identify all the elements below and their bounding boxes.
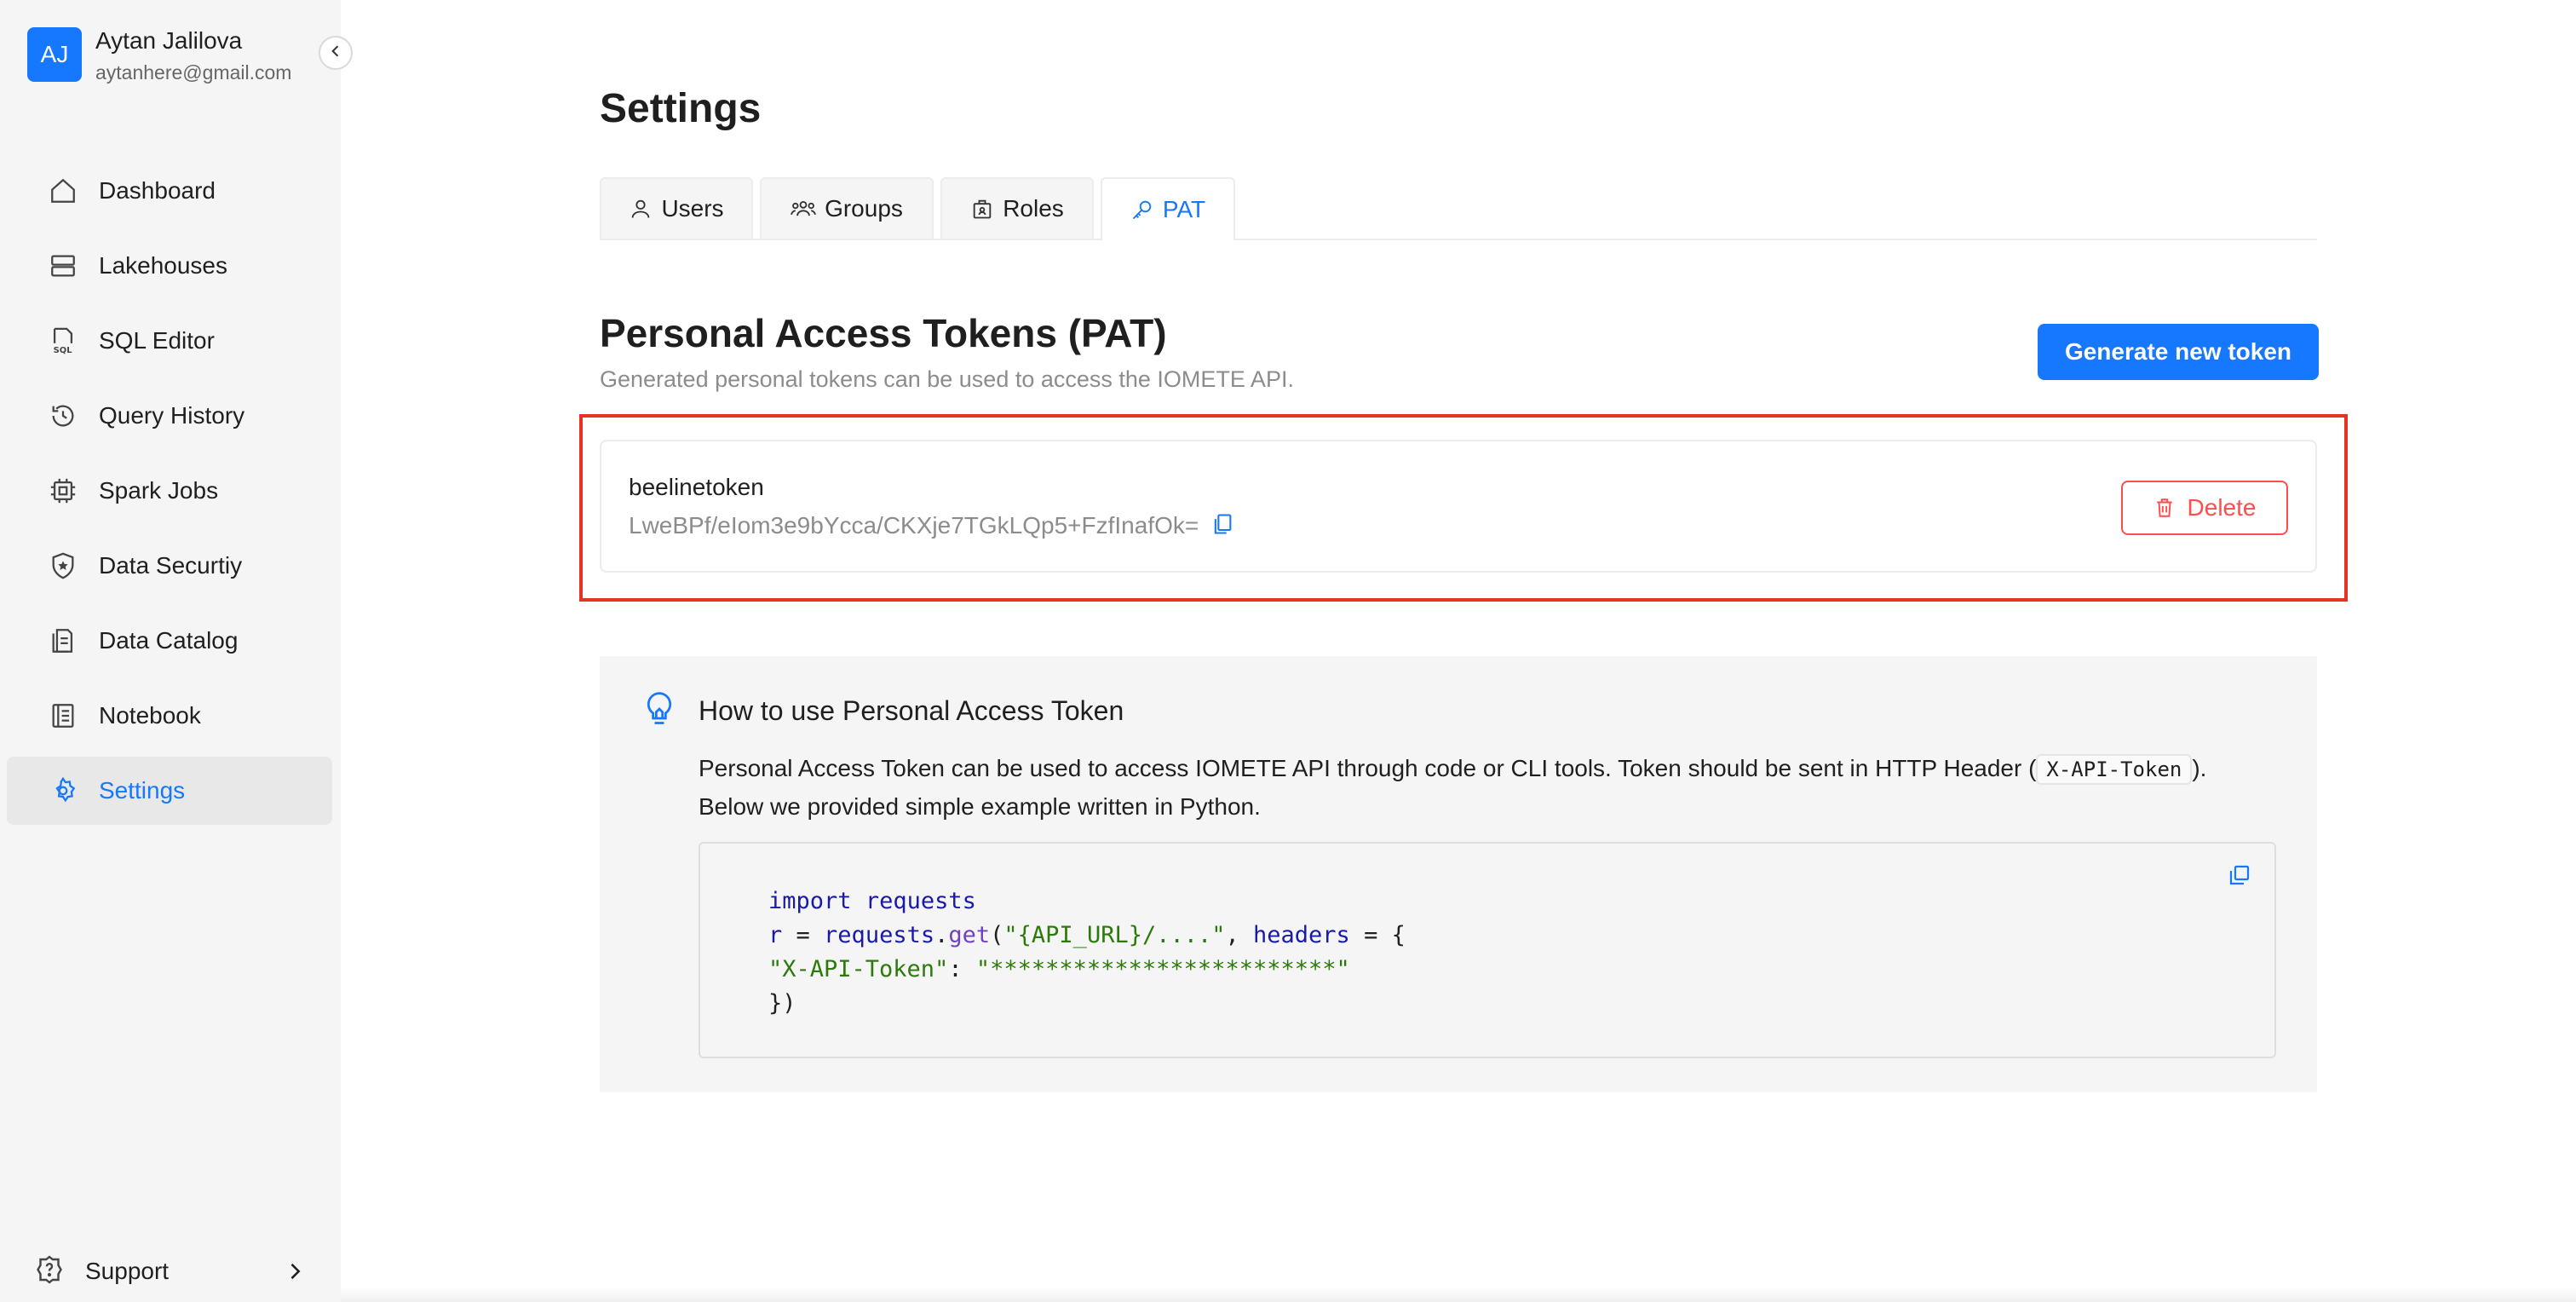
code-token: (	[990, 922, 1004, 948]
catalog-icon	[48, 625, 78, 656]
howto-text-line2: Below we provided simple example written…	[699, 793, 1261, 820]
sidebar-item-label: Data Securtiy	[99, 552, 243, 579]
sidebar-item-query-history[interactable]: Query History	[7, 382, 332, 450]
sidebar-item-label: SQL Editor	[99, 327, 215, 354]
user-email: aytanhere@gmail.com	[95, 61, 292, 84]
sidebar-nav: Dashboard Lakehouses SQL SQL Editor Quer…	[7, 157, 332, 832]
code-token: .	[934, 922, 949, 948]
help-icon	[34, 1254, 68, 1288]
history-icon	[48, 400, 78, 431]
sidebar-item-sql-editor[interactable]: SQL SQL Editor	[7, 307, 332, 375]
howto-text-after: ).	[2192, 755, 2207, 781]
code-token: import	[768, 888, 852, 914]
home-icon	[48, 176, 78, 206]
tab-label: Groups	[825, 195, 903, 222]
sidebar-item-label: Lakehouses	[99, 252, 228, 279]
pat-title: Personal Access Tokens (PAT)	[600, 311, 1167, 355]
sidebar-item-label: Data Catalog	[99, 627, 239, 654]
code-token: "{API_URL}/...."	[1003, 922, 1226, 948]
sql-file-icon: SQL	[48, 326, 78, 356]
settings-tabs: Users Groups Roles PAT	[600, 177, 2317, 240]
sidebar-item-label: Dashboard	[99, 177, 216, 204]
howto-text-before: Personal Access Token can be used to acc…	[699, 755, 2037, 781]
howto-description: Personal Access Token can be used to acc…	[699, 750, 2300, 826]
sidebar-item-settings[interactable]: Settings	[7, 757, 332, 825]
copy-code-icon[interactable]	[2227, 862, 2254, 890]
notebook-icon	[48, 700, 78, 731]
sidebar-item-label: Notebook	[99, 702, 201, 729]
sidebar: AJ Aytan Jalilova aytanhere@gmail.com Da…	[0, 0, 341, 1302]
code-token: requests	[824, 922, 935, 948]
user-icon	[632, 199, 650, 218]
code-token: headers	[1253, 922, 1350, 948]
generate-token-button[interactable]: Generate new token	[2038, 324, 2319, 380]
sidebar-item-data-security[interactable]: Data Securtiy	[7, 532, 332, 600]
code-token: "X-API-Token"	[768, 956, 949, 982]
sidebar-item-dashboard[interactable]: Dashboard	[7, 157, 332, 225]
sidebar-item-lakehouses[interactable]: Lakehouses	[7, 232, 332, 300]
sidebar-item-support[interactable]: Support	[34, 1251, 307, 1292]
group-icon	[791, 201, 816, 216]
code-token: requests	[865, 888, 976, 914]
sidebar-item-label: Query History	[99, 402, 245, 429]
code-block: import requests r = requests.get("{API_U…	[699, 842, 2276, 1058]
howto-title: How to use Personal Access Token	[699, 695, 1124, 726]
lightbulb-icon	[641, 690, 678, 728]
code-token: ,	[1225, 922, 1254, 948]
sidebar-item-data-catalog[interactable]: Data Catalog	[7, 607, 332, 675]
tab-pat[interactable]: PAT	[1101, 177, 1235, 240]
sidebar-item-label: Settings	[99, 777, 186, 804]
tab-users[interactable]: Users	[600, 177, 753, 239]
code-token: r	[768, 922, 783, 948]
code-token: = {	[1349, 922, 1406, 948]
chip-icon	[48, 475, 78, 506]
howto-panel: How to use Personal Access Token Persona…	[600, 656, 2317, 1092]
avatar: AJ	[27, 27, 82, 82]
support-label: Support	[85, 1258, 170, 1284]
code-token: =	[782, 922, 825, 948]
chevron-right-icon	[283, 1259, 307, 1283]
code-token: })	[768, 990, 796, 1017]
code-token: "*************************"	[975, 956, 1350, 982]
bottom-shadow	[341, 1287, 2576, 1302]
collapse-sidebar-button[interactable]	[319, 36, 353, 70]
sidebar-item-notebook[interactable]: Notebook	[7, 682, 332, 750]
tab-groups[interactable]: Groups	[760, 177, 934, 239]
tab-label: Roles	[1003, 195, 1064, 222]
tab-roles[interactable]: Roles	[940, 177, 1094, 239]
code-content: import requests r = requests.get("{API_U…	[768, 884, 1406, 1021]
gear-icon	[48, 775, 78, 806]
shield-icon	[48, 550, 78, 581]
sidebar-item-label: Spark Jobs	[99, 477, 219, 504]
user-profile[interactable]: AJ Aytan Jalilova aytanhere@gmail.com	[27, 27, 317, 84]
header-name-code: X-API-Token	[2036, 754, 2193, 785]
user-name: Aytan Jalilova	[95, 27, 243, 54]
sidebar-item-spark-jobs[interactable]: Spark Jobs	[7, 457, 332, 525]
code-token: :	[948, 956, 976, 982]
key-icon	[1132, 200, 1152, 220]
tab-label: PAT	[1162, 196, 1206, 222]
token-highlight-frame	[579, 414, 2348, 602]
page-title: Settings	[600, 86, 762, 131]
code-token: get	[948, 922, 991, 948]
pat-subtitle: Generated personal tokens can be used to…	[600, 366, 1294, 392]
svg-text:SQL: SQL	[54, 346, 73, 355]
tab-label: Users	[661, 195, 724, 222]
server-icon	[48, 251, 78, 281]
role-icon	[973, 199, 992, 219]
chevron-left-icon	[327, 43, 344, 64]
